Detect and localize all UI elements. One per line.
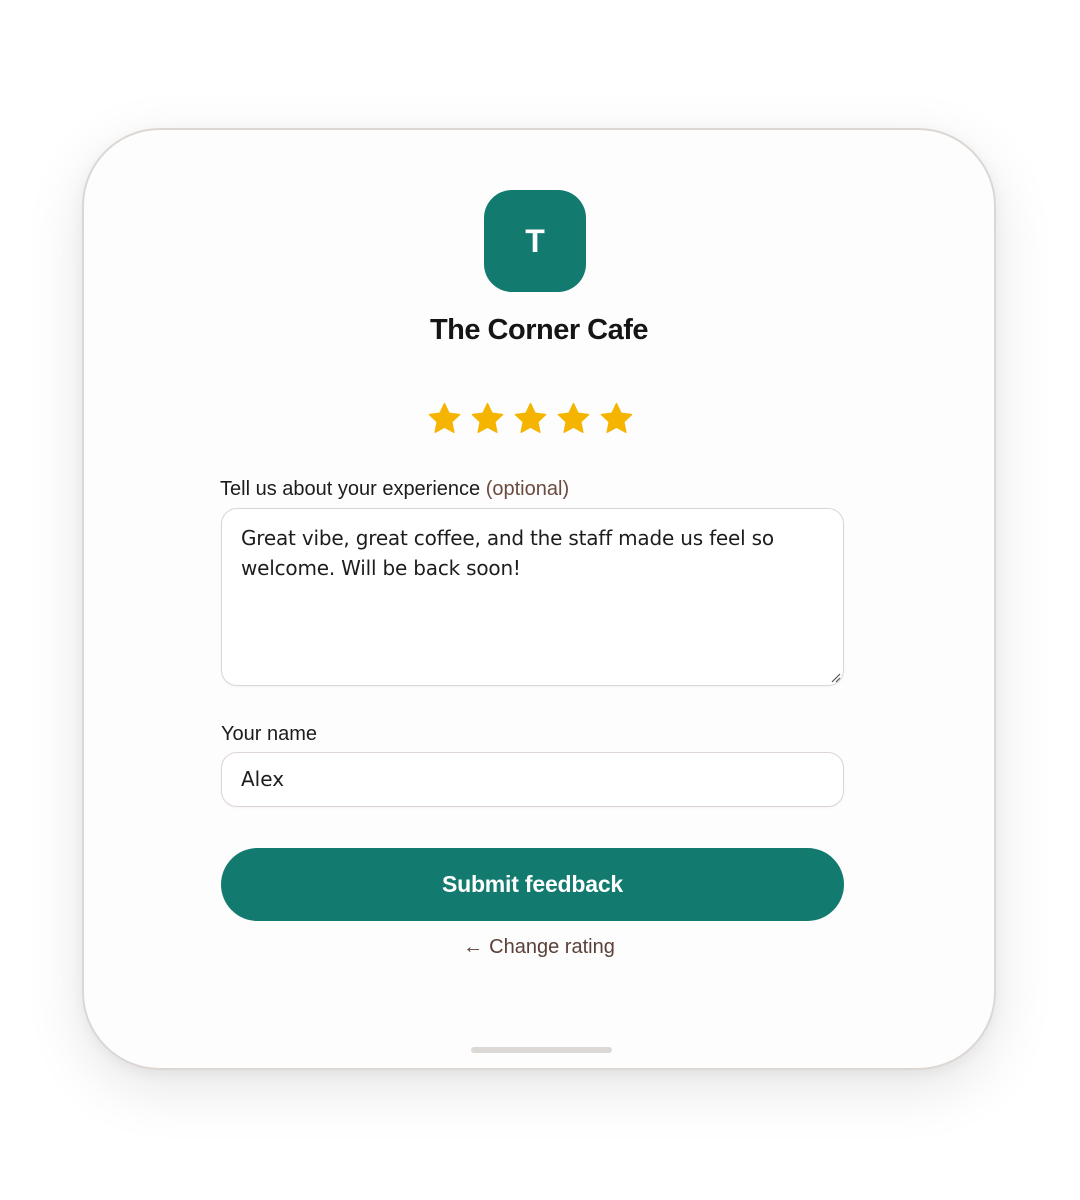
star-icon[interactable] <box>513 401 548 436</box>
star-icon[interactable] <box>556 401 591 436</box>
arrow-left-icon: ← <box>463 936 484 958</box>
star-icon[interactable] <box>427 401 462 436</box>
change-rating-link[interactable]: ← Change rating <box>84 936 994 959</box>
name-input[interactable]: Alex <box>221 752 844 807</box>
name-value: Alex <box>241 767 285 791</box>
resize-handle-icon[interactable] <box>829 671 841 683</box>
optional-tag: (optional) <box>485 478 570 500</box>
star-rating[interactable] <box>427 401 634 441</box>
business-name: The Corner Cafe <box>429 314 649 346</box>
experience-label-text: Tell us about your experience <box>220 478 481 500</box>
submit-feedback-button[interactable]: Submit feedback <box>221 848 844 921</box>
logo-letter: T <box>525 222 545 259</box>
home-indicator <box>471 1047 612 1053</box>
experience-label: Tell us about your experience (optional) <box>220 478 569 501</box>
experience-text: Great vibe, great coffee, and the staff … <box>241 526 774 580</box>
star-icon[interactable] <box>599 401 634 436</box>
change-rating-label: Change rating <box>489 936 615 958</box>
experience-textarea[interactable]: Great vibe, great coffee, and the staff … <box>221 508 844 686</box>
star-icon[interactable] <box>470 401 505 436</box>
device-frame: T The Corner Cafe Tell us about your exp… <box>82 128 996 1070</box>
screen-background: T The Corner Cafe Tell us about your exp… <box>0 0 1080 1200</box>
submit-label: Submit feedback <box>441 871 624 897</box>
name-label: Your name <box>221 723 317 745</box>
business-logo: T <box>484 190 586 292</box>
